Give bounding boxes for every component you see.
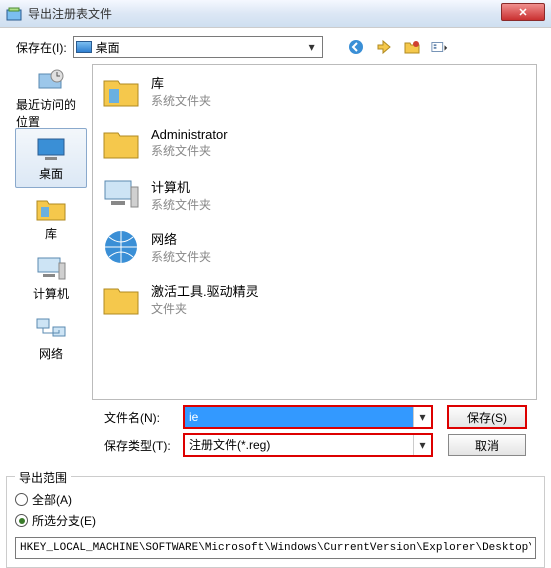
place-label: 桌面 (39, 165, 63, 182)
radio-branch-label: 所选分支(E) (32, 512, 96, 529)
places-bar: 最近访问的位置 桌面 库 计算机 网络 (10, 64, 92, 400)
filetype-row: 保存类型(T): 注册文件(*.reg) ▾ 取消 (104, 434, 541, 456)
filename-combo[interactable]: ▾ (184, 406, 432, 428)
branch-path-input[interactable] (15, 537, 536, 559)
toolbar (347, 38, 449, 56)
place-label: 最近访问的位置 (16, 96, 86, 130)
radio-all-label: 全部(A) (32, 491, 72, 508)
chevron-down-icon[interactable]: ▾ (413, 407, 431, 427)
item-type: 系统文件夹 (151, 142, 228, 159)
file-list[interactable]: 库系统文件夹 Administrator系统文件夹 计算机系统文件夹 网络系统文… (92, 64, 537, 400)
radio-all[interactable] (15, 493, 28, 506)
item-name: Administrator (151, 127, 228, 142)
desktop-icon (35, 135, 67, 163)
desktop-icon (76, 41, 92, 53)
cancel-button[interactable]: 取消 (448, 434, 526, 456)
radio-branch-row[interactable]: 所选分支(E) (15, 512, 536, 529)
save-in-value: 桌面 (96, 39, 304, 56)
item-name: 网络 (151, 229, 211, 248)
radio-branch[interactable] (15, 514, 28, 527)
item-type: 文件夹 (151, 300, 259, 317)
place-desktop[interactable]: 桌面 (15, 128, 87, 188)
up-icon[interactable] (375, 38, 393, 56)
item-name: 激活工具.驱动精灵 (151, 281, 259, 300)
item-name: 计算机 (151, 177, 211, 196)
place-libraries[interactable]: 库 (15, 188, 87, 248)
place-label: 网络 (39, 345, 63, 362)
filename-input[interactable] (185, 407, 413, 427)
new-folder-icon[interactable] (403, 38, 421, 56)
save-in-label: 保存在(I): (16, 39, 67, 56)
filename-label: 文件名(N): (104, 409, 184, 426)
place-label: 计算机 (33, 285, 69, 302)
radio-all-row[interactable]: 全部(A) (15, 491, 536, 508)
main-split: 最近访问的位置 桌面 库 计算机 网络 库系统文件夹 (10, 64, 541, 400)
dialog-body: 保存在(I): 桌面 ▾ 最近访问的位置 桌面 库 (0, 28, 551, 468)
list-item[interactable]: 网络系统文件夹 (93, 221, 536, 273)
filetype-combo[interactable]: 注册文件(*.reg) ▾ (184, 434, 432, 456)
app-icon (6, 6, 22, 22)
filename-row: 文件名(N): ▾ 保存(S) (104, 406, 541, 428)
titlebar: 导出注册表文件 ✕ (0, 0, 551, 28)
item-name: 库 (151, 73, 211, 92)
list-item[interactable]: 库系统文件夹 (93, 65, 536, 117)
export-range-legend: 导出范围 (15, 469, 71, 486)
filetype-label: 保存类型(T): (104, 437, 184, 454)
item-type: 系统文件夹 (151, 92, 211, 109)
place-network[interactable]: 网络 (15, 308, 87, 368)
chevron-down-icon[interactable]: ▾ (413, 435, 431, 455)
export-range-group: 导出范围 全部(A) 所选分支(E) (6, 476, 545, 568)
network-icon (35, 315, 67, 343)
library-icon (101, 71, 141, 111)
save-in-combo[interactable]: 桌面 ▾ (73, 36, 323, 58)
window-title: 导出注册表文件 (28, 5, 112, 22)
views-icon[interactable] (431, 38, 449, 56)
computer-icon (101, 175, 141, 215)
filetype-value: 注册文件(*.reg) (185, 435, 413, 455)
recent-icon (35, 66, 67, 94)
network-icon (101, 227, 141, 267)
back-icon[interactable] (347, 38, 365, 56)
folder-icon (101, 123, 141, 163)
libraries-icon (35, 195, 67, 223)
item-type: 系统文件夹 (151, 196, 211, 213)
place-computer[interactable]: 计算机 (15, 248, 87, 308)
computer-icon (35, 255, 67, 283)
list-item[interactable]: Administrator系统文件夹 (93, 117, 536, 169)
close-button[interactable]: ✕ (501, 3, 545, 21)
list-item[interactable]: 激活工具.驱动精灵文件夹 (93, 273, 536, 325)
save-in-row: 保存在(I): 桌面 ▾ (16, 36, 541, 58)
list-item[interactable]: 计算机系统文件夹 (93, 169, 536, 221)
place-recent[interactable]: 最近访问的位置 (15, 68, 87, 128)
item-type: 系统文件夹 (151, 248, 211, 265)
save-button[interactable]: 保存(S) (448, 406, 526, 428)
chevron-down-icon[interactable]: ▾ (304, 40, 320, 54)
place-label: 库 (45, 225, 57, 242)
folder-icon (101, 279, 141, 319)
